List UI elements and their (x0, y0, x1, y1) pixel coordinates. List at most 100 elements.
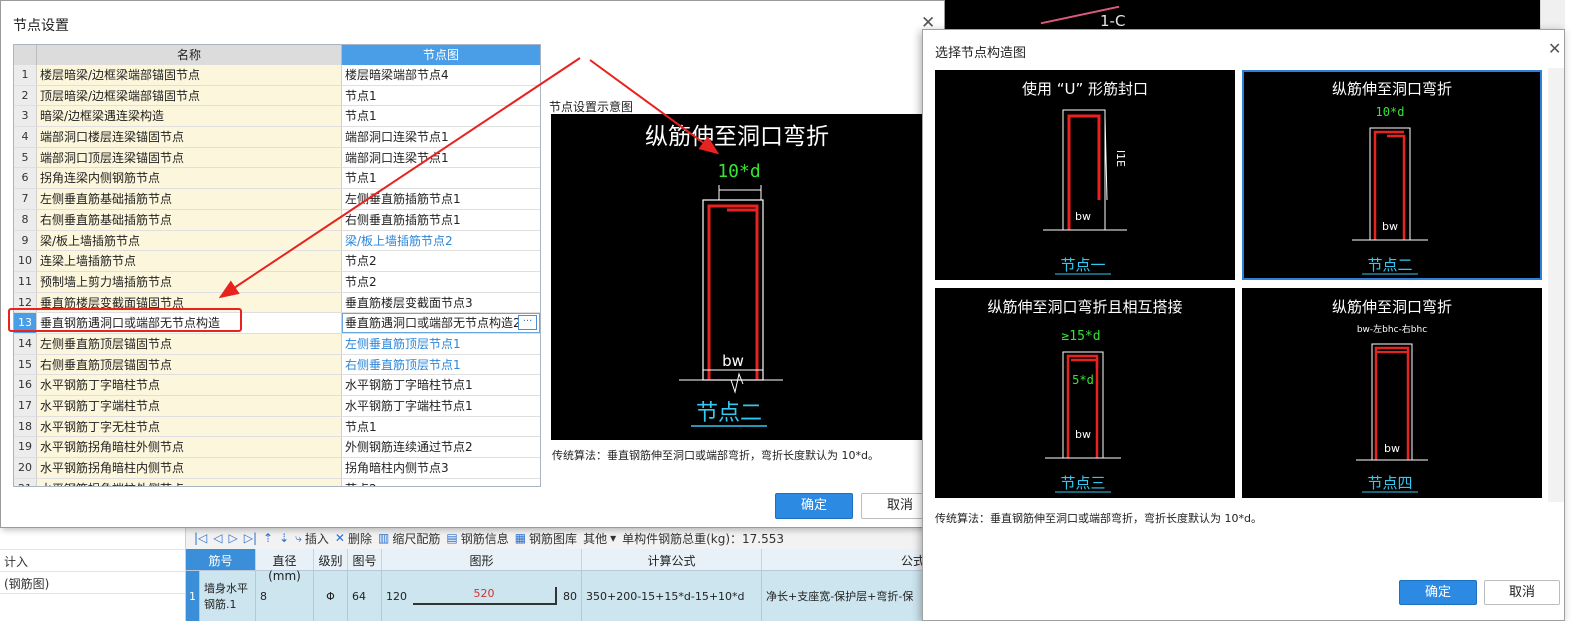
row-node[interactable]: 水平钢筋丁字暗柱节点1 (342, 375, 540, 395)
left-panel-row[interactable] (0, 528, 185, 550)
cancel-button[interactable]: 取消 (1484, 580, 1560, 605)
table-row[interactable]: 19 水平钢筋拐角暗柱外侧节点 外侧钢筋连续通过节点2 (14, 437, 540, 459)
prev-button[interactable]: ◁ (213, 531, 222, 545)
ok-button[interactable]: 确定 (1399, 580, 1477, 605)
row-name[interactable]: 水平钢筋丁字无柱节点 (37, 416, 342, 437)
row-node[interactable]: 端部洞口连梁节点1 (342, 127, 540, 147)
row-node[interactable]: 垂直筋楼层变截面节点3 (342, 293, 540, 313)
table-row[interactable]: 14 左侧垂直筋顶层锚固节点 左侧垂直筋顶层节点1 (14, 333, 540, 355)
row-formula-desc[interactable]: 净长+支座宽-保护层+弯折-保 (762, 571, 930, 621)
table-row[interactable]: 21水平钢筋拐角端柱外侧节点节点2 (14, 478, 540, 486)
row-name[interactable]: 楼层暗梁/边框梁端部锚固节点 (37, 65, 342, 85)
row-node-value: 楼层暗梁端部节点4 (345, 68, 449, 82)
row-bar-name[interactable]: 墙身水平钢筋.1 (200, 571, 256, 621)
move-down-button[interactable]: ⇣ (279, 531, 289, 545)
table-row[interactable]: 16 水平钢筋丁字暗柱节点 水平钢筋丁字暗柱节点1 (14, 375, 540, 396)
row-name[interactable]: 水平钢筋丁字暗柱节点 (37, 375, 342, 395)
first-button[interactable]: |◁ (194, 531, 207, 545)
table-row[interactable]: 7 左侧垂直筋基础插筋节点 左侧垂直筋插筋节点1 (14, 189, 540, 210)
row-node[interactable]: 水平钢筋丁字端柱节点1 (342, 396, 540, 416)
node-option-3[interactable]: 纵筋伸至洞口弯折且相互搭接 ≥15*d 5*d bw 节点三 (935, 288, 1235, 498)
tiles-scrollbar[interactable] (1548, 68, 1564, 502)
node-option-1[interactable]: 使用 “U” 形筋封口 l1E bw 节点一 (935, 70, 1235, 280)
table-row[interactable]: 1 墙身水平钢筋.1 8 Φ 64 120 520 80 350+200-15+… (186, 571, 930, 621)
row-shape[interactable]: 120 520 80 (382, 571, 582, 621)
drawing-canvas[interactable]: 1-C (930, 0, 1540, 30)
row-fig-no[interactable]: 64 (348, 571, 382, 621)
table-row[interactable]: 5 端部洞口顶层连梁锚固节点 端部洞口连梁节点1 (14, 147, 540, 169)
row-name[interactable]: 端部洞口楼层连梁锚固节点 (37, 127, 342, 147)
table-row[interactable]: 15 右侧垂直筋顶层锚固节点 右侧垂直筋顶层节点1 (14, 354, 540, 376)
row-name[interactable]: 连梁上墙插筋节点 (37, 251, 342, 271)
row-name[interactable]: 水平钢筋拐角暗柱外侧节点 (37, 437, 342, 458)
row-name[interactable]: 拐角连梁内侧钢筋节点 (37, 168, 342, 189)
table-row[interactable]: 17 水平钢筋丁字端柱节点 水平钢筋丁字端柱节点1 (14, 396, 540, 417)
table-row[interactable]: 2 顶层暗梁/边框梁端部锚固节点 节点1 (14, 85, 540, 107)
node-option-drawing: 纵筋伸至洞口弯折 bw-左bhc-右bhc bw 节点四 (1332, 298, 1452, 493)
delete-button[interactable]: ✕ 删除 (335, 530, 372, 547)
last-button[interactable]: ▷| (244, 531, 257, 545)
table-row[interactable]: 11 预制墙上剪力墙插筋节点 节点2 (14, 271, 540, 293)
row-node[interactable]: 节点2 (342, 272, 540, 292)
row-number: 21 (14, 478, 37, 486)
row-name[interactable]: 水平钢筋拐角端柱外侧节点 (37, 478, 342, 486)
row-name[interactable]: 端部洞口顶层连梁锚固节点 (37, 147, 342, 168)
node-option-drawing: 纵筋伸至洞口弯折 10*d bw 节点二 (1332, 80, 1452, 275)
row-node[interactable]: 节点2 (342, 479, 540, 486)
next-button[interactable]: ▷ (229, 531, 238, 545)
row-name[interactable]: 右侧垂直筋基础插筋节点 (37, 209, 342, 230)
row-grade[interactable]: Φ (314, 571, 348, 621)
row-node[interactable]: 拐角暗柱内侧节点3 (342, 458, 540, 478)
table-row[interactable]: 10 连梁上墙插筋节点 节点2 (14, 251, 540, 272)
ellipsis-button[interactable]: ··· (518, 315, 537, 331)
row-node[interactable]: 外侧钢筋连续通过节点2 (342, 437, 540, 457)
row-node[interactable]: 右侧垂直筋插筋节点1 (342, 210, 540, 230)
table-row[interactable]: 4 端部洞口楼层连梁锚固节点 端部洞口连梁节点1 (14, 127, 540, 148)
table-row[interactable]: 3 暗梁/边框梁遇连梁构造 节点1 (14, 106, 540, 128)
shape-right: 80 (563, 589, 577, 603)
row-node[interactable]: 端部洞口连梁节点1 (342, 148, 540, 168)
row-formula[interactable]: 350+200-15+15*d-15+10*d (582, 571, 762, 621)
ok-button[interactable]: 确定 (775, 493, 853, 519)
tile-caption: 节点二 (1367, 256, 1412, 274)
table-row[interactable]: 1 楼层暗梁/边框梁端部锚固节点 楼层暗梁端部节点4 (14, 65, 540, 86)
row-name[interactable]: 梁/板上墙插筋节点 (37, 230, 342, 251)
node-option-4[interactable]: 纵筋伸至洞口弯折 bw-左bhc-右bhc bw 节点四 (1242, 288, 1542, 498)
row-node[interactable]: 节点1 (342, 417, 540, 437)
row-node[interactable]: 楼层暗梁端部节点4 (342, 65, 540, 85)
table-row[interactable]: 18 水平钢筋丁字无柱节点 节点1 (14, 416, 540, 438)
row-name[interactable]: 左侧垂直筋顶层锚固节点 (37, 333, 342, 354)
row-diameter[interactable]: 8 (256, 571, 314, 621)
scale-rebar-button[interactable]: ▥ 缩尺配筋 (378, 530, 440, 547)
other-menu[interactable]: 其他 ▾ (583, 530, 616, 547)
node-option-2[interactable]: 纵筋伸至洞口弯折 10*d bw 节点二 (1242, 70, 1542, 280)
row-node[interactable]: 节点2 (342, 251, 540, 271)
row-node[interactable]: 垂直筋遇洞口或端部无节点构造2 ··· (342, 313, 540, 333)
row-node[interactable]: 左侧垂直筋顶层节点1 (342, 334, 540, 354)
row-node[interactable]: 节点1 (342, 106, 540, 126)
rebar-library-button[interactable]: ▦ 钢筋图库 (515, 530, 577, 547)
move-up-button[interactable]: ⇡ (263, 531, 273, 545)
table-header: 名称 节点图 (14, 45, 540, 65)
left-panel-row[interactable]: 计入 (0, 550, 185, 572)
row-name[interactable]: 水平钢筋拐角暗柱内侧节点 (37, 458, 342, 478)
close-icon[interactable]: ✕ (1548, 39, 1561, 58)
row-name[interactable]: 左侧垂直筋基础插筋节点 (37, 189, 342, 209)
row-node[interactable]: 节点1 (342, 168, 540, 188)
left-panel-row[interactable]: (钢筋图) (0, 572, 185, 594)
row-node[interactable]: 左侧垂直筋插筋节点1 (342, 189, 540, 209)
table-row[interactable]: 20 水平钢筋拐角暗柱内侧节点 拐角暗柱内侧节点3 (14, 458, 540, 479)
rebar-info-button[interactable]: ▤ 钢筋信息 (446, 530, 508, 547)
row-name[interactable]: 预制墙上剪力墙插筋节点 (37, 271, 342, 292)
table-row[interactable]: 9 梁/板上墙插筋节点 梁/板上墙插筋节点2 (14, 230, 540, 252)
table-row[interactable]: 8 右侧垂直筋基础插筋节点 右侧垂直筋插筋节点1 (14, 209, 540, 231)
row-node[interactable]: 梁/板上墙插筋节点2 (342, 231, 540, 251)
row-name[interactable]: 右侧垂直筋顶层锚固节点 (37, 354, 342, 375)
row-name[interactable]: 水平钢筋丁字端柱节点 (37, 396, 342, 416)
insert-button[interactable]: ⤷ 插入 (295, 530, 329, 547)
row-node[interactable]: 右侧垂直筋顶层节点1 (342, 355, 540, 375)
row-name[interactable]: 顶层暗梁/边框梁端部锚固节点 (37, 85, 342, 106)
table-row[interactable]: 6 拐角连梁内侧钢筋节点 节点1 (14, 168, 540, 190)
row-node[interactable]: 节点1 (342, 86, 540, 106)
row-name[interactable]: 暗梁/边框梁遇连梁构造 (37, 106, 342, 127)
